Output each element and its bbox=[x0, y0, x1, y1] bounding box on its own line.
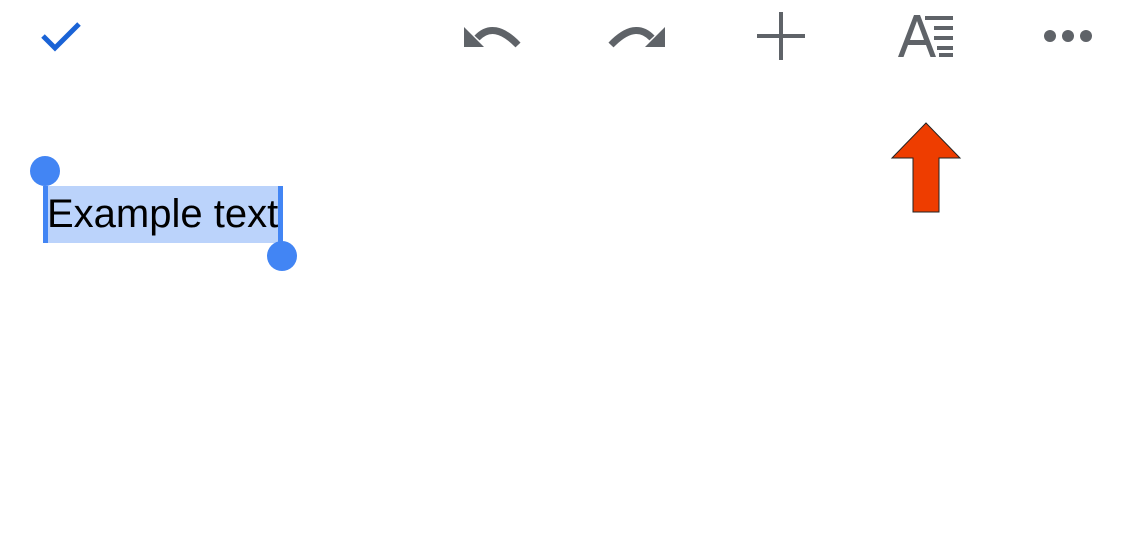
selection-end-handle[interactable] bbox=[267, 241, 298, 271]
text-selection: Example text bbox=[30, 156, 298, 271]
done-button[interactable] bbox=[26, 6, 96, 66]
selection-start-caret bbox=[43, 186, 48, 243]
selection-start-handle[interactable] bbox=[30, 156, 60, 186]
docs-editor-screen: Example text bbox=[0, 0, 1122, 539]
text-format-button[interactable] bbox=[891, 6, 961, 66]
up-arrow-icon bbox=[890, 122, 962, 213]
editor-toolbar bbox=[0, 0, 1122, 80]
redo-button[interactable] bbox=[601, 6, 671, 66]
redo-icon bbox=[608, 27, 665, 48]
selection-end-caret bbox=[278, 186, 284, 243]
check-icon bbox=[41, 22, 81, 52]
undo-button[interactable] bbox=[458, 6, 528, 66]
text-format-icon bbox=[898, 15, 953, 57]
selected-text[interactable]: Example text bbox=[44, 186, 282, 243]
more-options-button[interactable] bbox=[1034, 6, 1104, 66]
insert-button[interactable] bbox=[746, 6, 816, 66]
more-horizontal-icon bbox=[1044, 30, 1092, 42]
plus-icon bbox=[757, 12, 805, 60]
undo-icon bbox=[464, 27, 521, 48]
